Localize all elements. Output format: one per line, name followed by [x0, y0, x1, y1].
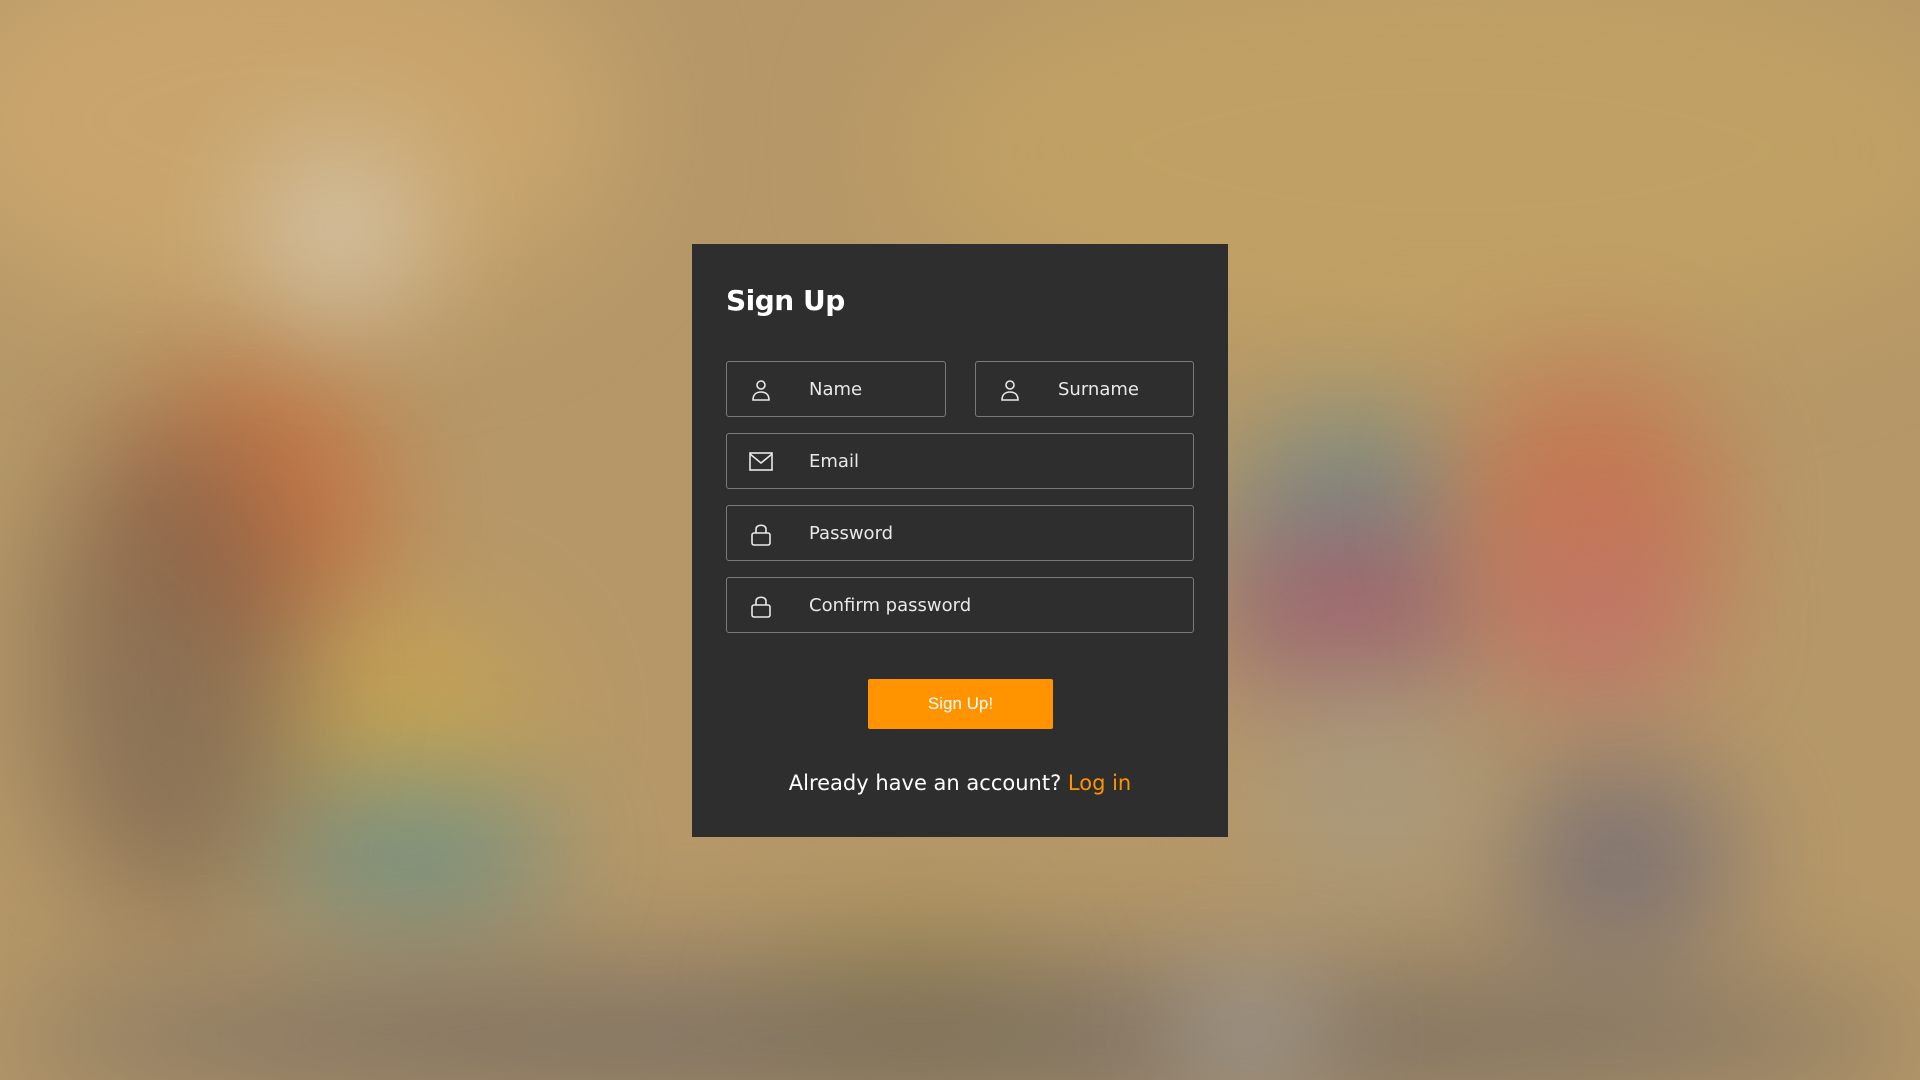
signup-card: Sign Up Name Surname Email Sign Up! Alre… [692, 244, 1228, 837]
form-title: Sign Up [726, 284, 845, 317]
confirm-password-field[interactable] [726, 577, 1194, 633]
surname-field[interactable] [975, 361, 1194, 417]
name-field[interactable] [726, 361, 946, 417]
user-icon [749, 378, 773, 402]
user-icon [998, 378, 1022, 402]
name-input[interactable] [809, 362, 935, 416]
password-field[interactable] [726, 505, 1194, 561]
confirm-password-input[interactable] [809, 578, 1183, 632]
login-link[interactable]: Log in [1068, 771, 1131, 795]
login-prompt: Already have an account? Log in [692, 771, 1228, 795]
surname-input[interactable] [1058, 362, 1183, 416]
sign-up-button[interactable]: Sign Up! [868, 679, 1053, 729]
password-input[interactable] [809, 506, 1183, 560]
mail-icon [749, 450, 773, 474]
lock-icon [749, 594, 773, 618]
login-prompt-text: Already have an account? [788, 771, 1068, 795]
email-field[interactable] [726, 433, 1194, 489]
lock-icon [749, 522, 773, 546]
email-input[interactable] [809, 434, 1183, 488]
